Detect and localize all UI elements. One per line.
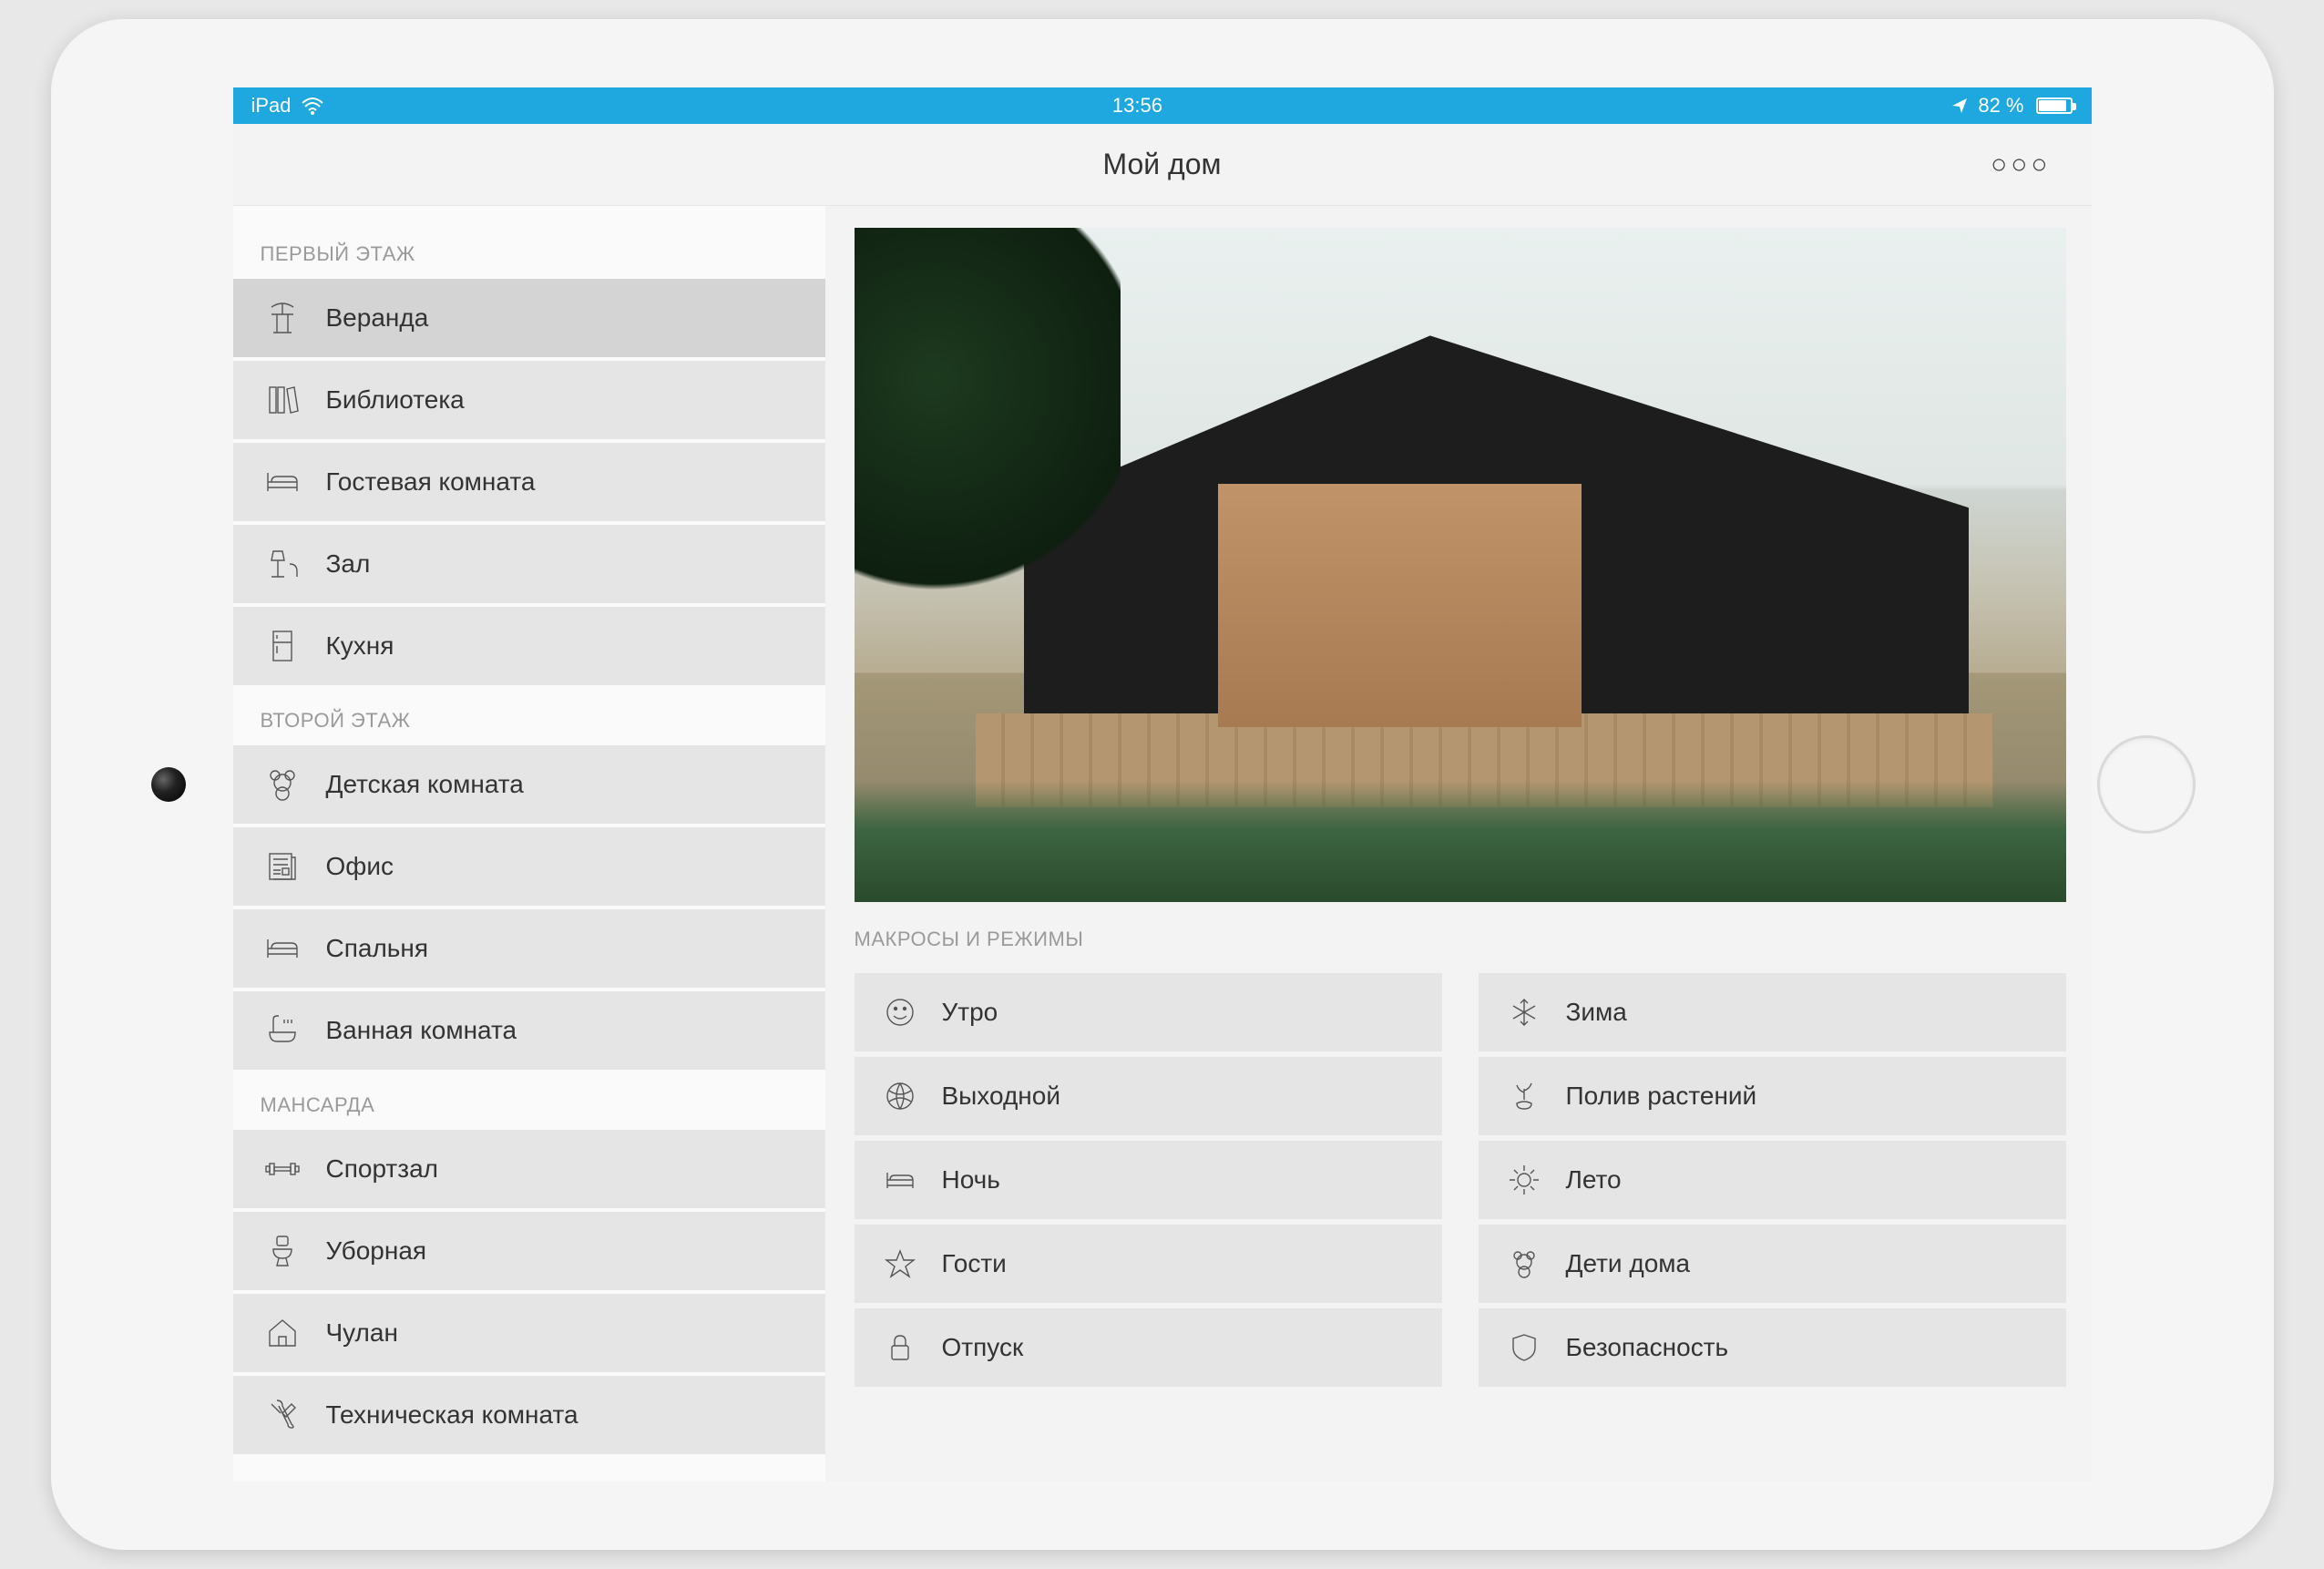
tablet-frame: iPad 13:56 82 % Мой дом ○○○	[51, 19, 2274, 1550]
star-icon	[880, 1244, 920, 1284]
wifi-icon	[301, 97, 324, 115]
teddy-icon	[1504, 1244, 1544, 1284]
library-icon	[261, 378, 304, 422]
sidebar-item-office[interactable]: Офис	[233, 827, 825, 906]
app-header: Мой дом ○○○	[233, 124, 2092, 206]
macro-label: Дети дома	[1566, 1249, 1691, 1278]
sidebar-item-library[interactable]: Библиотека	[233, 361, 825, 439]
shield-icon	[1504, 1328, 1544, 1368]
sidebar-item-storage[interactable]: Чулан	[233, 1294, 825, 1372]
toilet-icon	[261, 1229, 304, 1273]
bed-icon	[880, 1160, 920, 1200]
newspaper-icon	[261, 845, 304, 888]
lamp-icon	[261, 542, 304, 586]
house-box-icon	[261, 1311, 304, 1355]
sidebar-item-kids-room[interactable]: Детская комната	[233, 745, 825, 824]
bed-icon	[261, 460, 304, 504]
sidebar-item-bedroom[interactable]: Спальня	[233, 909, 825, 988]
sidebar-item-label: Спортзал	[326, 1154, 438, 1184]
sidebar-item-veranda[interactable]: Веранда	[233, 279, 825, 357]
sidebar-item-label: Гостевая комната	[326, 467, 536, 497]
macros-section-header: МАКРОСЫ И РЕЖИМЫ	[855, 928, 2066, 951]
sidebar-section-header: ПЕРВЫЙ ЭТАЖ	[233, 222, 825, 279]
home-button[interactable]	[2097, 735, 2196, 834]
device-label: iPad	[251, 94, 292, 118]
screen: iPad 13:56 82 % Мой дом ○○○	[233, 87, 2092, 1482]
sidebar-item-label: Детская комната	[326, 770, 524, 799]
ball-icon	[880, 1076, 920, 1116]
status-bar: iPad 13:56 82 %	[233, 87, 2092, 124]
sidebar-item-label: Библиотека	[326, 385, 465, 415]
sidebar-item-label: Уборная	[326, 1236, 427, 1266]
bed-icon	[261, 927, 304, 970]
sidebar-item-label: Чулан	[326, 1318, 398, 1348]
tools-icon	[261, 1393, 304, 1437]
tablet-camera	[151, 767, 186, 802]
macro-label: Лето	[1566, 1165, 1622, 1195]
content: ПЕРВЫЙ ЭТАЖ Веранда Библиотека Гостевая …	[233, 206, 2092, 1482]
macro-vacation[interactable]: Отпуск	[855, 1308, 1442, 1387]
macro-night[interactable]: Ночь	[855, 1141, 1442, 1219]
macro-morning[interactable]: Утро	[855, 973, 1442, 1051]
sidebar-item-bathroom[interactable]: Ванная комната	[233, 991, 825, 1070]
sidebar-item-label: Веранда	[326, 303, 429, 333]
teddy-icon	[261, 763, 304, 806]
sidebar-item-restroom[interactable]: Уборная	[233, 1212, 825, 1290]
macro-summer[interactable]: Лето	[1479, 1141, 2066, 1219]
sidebar-item-label: Офис	[326, 852, 394, 881]
more-button[interactable]: ○○○	[1991, 149, 2051, 180]
macro-label: Гости	[942, 1249, 1007, 1278]
sidebar-section-header: МАНСАРДА	[233, 1073, 825, 1130]
macro-label: Безопасность	[1566, 1333, 1729, 1362]
bath-icon	[261, 1009, 304, 1052]
sidebar[interactable]: ПЕРВЫЙ ЭТАЖ Веранда Библиотека Гостевая …	[233, 206, 825, 1482]
fridge-icon	[261, 624, 304, 668]
sidebar-item-label: Ванная комната	[326, 1016, 517, 1045]
sidebar-item-label: Кухня	[326, 631, 394, 661]
macro-label: Утро	[942, 998, 998, 1027]
status-time: 13:56	[1112, 94, 1162, 118]
macro-guests[interactable]: Гости	[855, 1225, 1442, 1303]
dumbbell-icon	[261, 1147, 304, 1191]
sidebar-item-label: Зал	[326, 549, 371, 579]
sidebar-item-label: Спальня	[326, 934, 429, 963]
sidebar-section-header: ВТОРОЙ ЭТАЖ	[233, 689, 825, 745]
sun-icon	[1504, 1160, 1544, 1200]
macro-winter[interactable]: Зима	[1479, 973, 2066, 1051]
macro-kids-home[interactable]: Дети дома	[1479, 1225, 2066, 1303]
veranda-icon	[261, 296, 304, 340]
sidebar-item-kitchen[interactable]: Кухня	[233, 607, 825, 685]
main-panel: МАКРОСЫ И РЕЖИМЫ Утро Зима Выходной	[825, 206, 2092, 1482]
location-icon	[1950, 97, 1969, 115]
macro-label: Отпуск	[942, 1333, 1024, 1362]
sidebar-item-guest-room[interactable]: Гостевая комната	[233, 443, 825, 521]
macros-grid: Утро Зима Выходной Полив растений	[855, 973, 2066, 1387]
macro-label: Полив растений	[1566, 1082, 1757, 1111]
macro-label: Зима	[1566, 998, 1627, 1027]
sidebar-item-label: Техническая комната	[326, 1400, 578, 1430]
macro-label: Выходной	[942, 1082, 1060, 1111]
sidebar-item-hall[interactable]: Зал	[233, 525, 825, 603]
lock-icon	[880, 1328, 920, 1368]
sidebar-item-gym[interactable]: Спортзал	[233, 1130, 825, 1208]
page-title: Мой дом	[1102, 148, 1221, 181]
macro-label: Ночь	[942, 1165, 1000, 1195]
sidebar-item-technical-room[interactable]: Техническая комната	[233, 1376, 825, 1454]
smile-icon	[880, 992, 920, 1032]
snow-icon	[1504, 992, 1544, 1032]
macro-watering[interactable]: Полив растений	[1479, 1057, 2066, 1135]
house-image	[855, 228, 2066, 902]
plant-icon	[1504, 1076, 1544, 1116]
battery-text: 82 %	[1978, 94, 2023, 118]
macro-weekend[interactable]: Выходной	[855, 1057, 1442, 1135]
macro-security[interactable]: Безопасность	[1479, 1308, 2066, 1387]
battery-icon	[2036, 97, 2073, 114]
